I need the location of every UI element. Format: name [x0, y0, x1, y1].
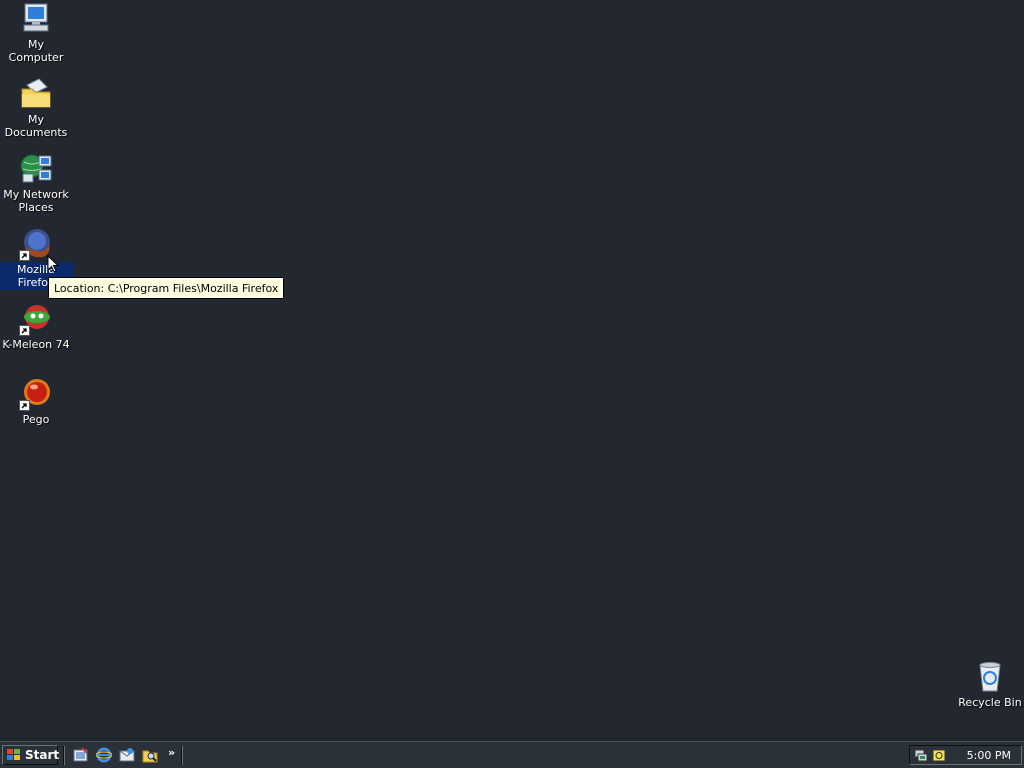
shortcut-arrow-icon	[19, 250, 30, 261]
desktop-icon-label: Pego	[22, 413, 50, 426]
location-tooltip: Location: C:\Program Files\Mozilla Firef…	[48, 277, 285, 299]
my-documents-icon	[19, 77, 53, 111]
system-tray: 5:00 PM	[909, 745, 1022, 765]
desktop-icon-network-places[interactable]: My Network Places	[0, 152, 74, 215]
desktop-icon-label: My Computer	[8, 38, 64, 64]
internet-explorer-icon[interactable]	[95, 747, 113, 763]
network-tray-icon[interactable]	[913, 748, 929, 763]
desktop: My Computer My Documents My Network Plac…	[0, 0, 1024, 741]
my-computer-icon	[19, 2, 53, 36]
shortcut-arrow-icon	[19, 400, 30, 411]
quick-launch-chevron[interactable]: »	[168, 746, 175, 759]
taskbar-separator	[181, 746, 183, 765]
start-button[interactable]: Start	[2, 745, 60, 765]
start-label: Start	[25, 748, 60, 762]
desktop-icon-label: My Network Places	[3, 188, 69, 214]
desktop-icon-my-computer[interactable]: My Computer	[0, 2, 74, 65]
desktop-icon-label: Recycle Bin	[958, 696, 1022, 709]
recycle-bin-icon	[973, 660, 1007, 694]
desktop-icon-recycle-bin[interactable]: Recycle Bin	[952, 660, 1024, 710]
shortcut-arrow-icon	[19, 325, 30, 336]
mouse-cursor-icon	[47, 254, 60, 274]
desktop-icon-k-meleon[interactable]: K-Meleon 74	[0, 302, 74, 352]
network-places-icon	[19, 152, 53, 186]
desktop-icon-my-documents[interactable]: My Documents	[0, 77, 74, 140]
desktop-icon-pego[interactable]: Pego	[0, 377, 74, 427]
k-meleon-icon	[19, 302, 53, 336]
volume-tray-icon[interactable]	[931, 748, 947, 763]
show-desktop-icon[interactable]	[73, 747, 89, 763]
taskbar-separator	[63, 746, 65, 765]
search-icon[interactable]	[142, 747, 158, 763]
outlook-express-icon[interactable]	[119, 747, 135, 763]
pego-icon	[19, 377, 53, 411]
desktop-icon-label: My Documents	[4, 113, 68, 139]
windows-flag-icon	[6, 748, 22, 762]
desktop-icon-label: K-Meleon 74	[2, 338, 70, 351]
taskbar: Start » 5:00 PM	[0, 741, 1024, 768]
taskbar-clock[interactable]: 5:00 PM	[967, 749, 1011, 762]
